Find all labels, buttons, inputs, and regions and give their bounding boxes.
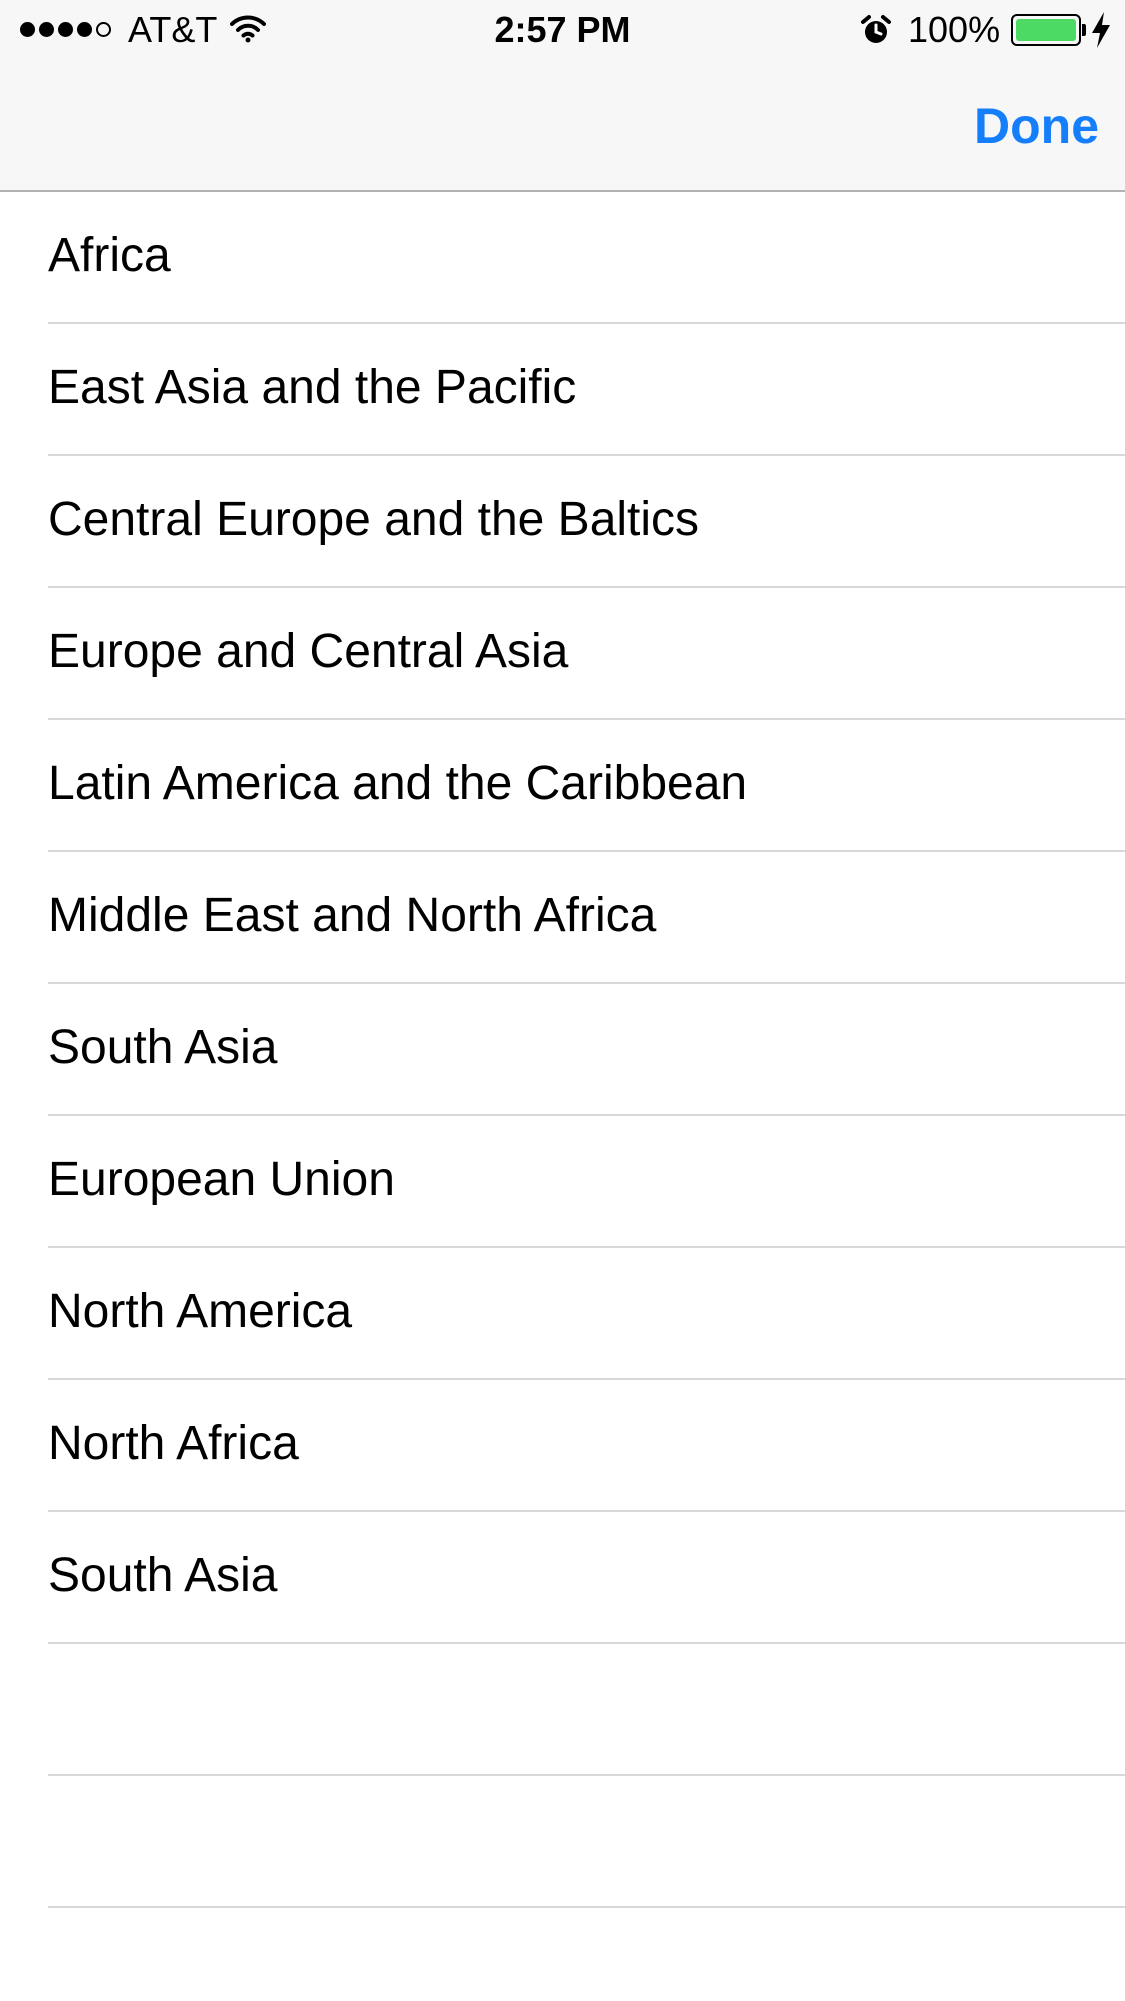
list-item[interactable]: Middle East and North Africa (0, 852, 1125, 984)
list-item[interactable]: Europe and Central Asia (0, 588, 1125, 720)
region-list: Africa East Asia and the Pacific Central… (0, 192, 1125, 1908)
battery-percent: 100% (908, 9, 1001, 50)
battery-tip (1082, 24, 1086, 36)
empty-list-row (0, 1776, 1125, 1908)
list-item-label: North Africa (48, 1417, 299, 1470)
alarm-icon (861, 15, 891, 43)
list-item[interactable]: European Union (0, 1116, 1125, 1248)
top-bar: AT&T 2:57 PM 100% Done (0, 0, 1125, 192)
list-item[interactable]: North America (0, 1248, 1125, 1380)
list-item[interactable]: Africa (0, 192, 1125, 324)
done-button[interactable]: Done (974, 96, 1099, 156)
list-item-label: East Asia and the Pacific (48, 361, 577, 414)
list-item[interactable]: South Asia (0, 984, 1125, 1116)
list-item[interactable]: South Asia (0, 1512, 1125, 1644)
list-item-label: European Union (48, 1153, 395, 1206)
list-item-label: Africa (48, 229, 171, 282)
list-item[interactable]: North Africa (0, 1380, 1125, 1512)
list-item[interactable]: East Asia and the Pacific (0, 324, 1125, 456)
list-item-label: Middle East and North Africa (48, 889, 657, 942)
list-item-label: Central Europe and the Baltics (48, 493, 700, 546)
list-item[interactable]: Latin America and the Caribbean (0, 720, 1125, 852)
list-item-label: South Asia (48, 1549, 278, 1602)
empty-list-row (0, 1644, 1125, 1776)
battery-icon (1011, 14, 1081, 46)
list-item-label: North America (48, 1285, 353, 1338)
list-item-label: Latin America and the Caribbean (48, 757, 748, 810)
status-bar: AT&T 2:57 PM 100% (0, 0, 1125, 60)
charging-bolt-icon (1092, 12, 1110, 48)
battery-fill (1016, 19, 1076, 41)
list-item-label: South Asia (48, 1021, 278, 1074)
list-item-label: Europe and Central Asia (48, 625, 569, 678)
list-item[interactable]: Central Europe and the Baltics (0, 456, 1125, 588)
